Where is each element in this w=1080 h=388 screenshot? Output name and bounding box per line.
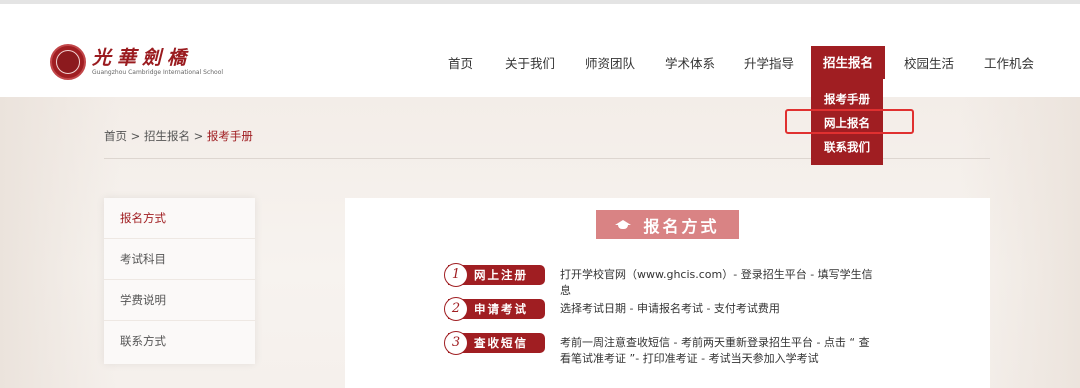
step-1-description: 打开学校官网（www.ghcis.com）- 登录招生平台 - 填写学生信息	[560, 268, 873, 297]
nav-item-about[interactable]: 关于我们	[505, 49, 555, 79]
sidebar-item-registration-method[interactable]: 报名方式	[104, 198, 255, 239]
step-1-number: 1	[444, 263, 468, 287]
logo-chinese-name: 光華劍橋	[92, 47, 193, 69]
panel-title: 报名方式	[643, 216, 720, 236]
nav-item-faculty[interactable]: 师资团队	[585, 49, 635, 79]
breadcrumb-current: 报考手册	[206, 129, 253, 143]
nav-item-home[interactable]: 首页	[448, 49, 473, 79]
step-3-number: 3	[444, 331, 468, 355]
nav-item-admissions[interactable]: 招生报名	[811, 46, 886, 79]
nav-item-college-guidance[interactable]: 升学指导	[744, 49, 794, 79]
step-3-description: 考前一周注意查收短信 - 考前两天重新登录招生平台 - 点击 “ 查看笔试准考证…	[560, 336, 870, 365]
dropdown-item-handbook[interactable]: 报考手册	[811, 91, 883, 107]
breadcrumb-home[interactable]: 首页	[104, 129, 127, 143]
step-2-number: 2	[444, 297, 468, 321]
breadcrumb: 首页 > 招生报名 > 报考手册	[104, 129, 253, 143]
online-registration-highlight	[785, 109, 914, 134]
graduation-cap-icon	[615, 219, 632, 231]
content-panel: 报名方式 网上注册 1 打开学校官网（www.ghcis.com）- 登录招生平…	[345, 198, 990, 388]
dropdown-item-contact-us[interactable]: 联系我们	[811, 139, 883, 155]
school-seal-icon	[50, 44, 86, 80]
nav-item-careers[interactable]: 工作机会	[984, 49, 1034, 79]
step-2-description: 选择考试日期 - 申请报名考试 - 支付考试费用	[560, 302, 780, 315]
sidebar-item-exam-subjects[interactable]: 考试科目	[104, 239, 255, 280]
sidebar-item-contact[interactable]: 联系方式	[104, 321, 255, 362]
nav-item-campus-life[interactable]: 校园生活	[904, 49, 954, 79]
panel-title-banner: 报名方式	[596, 210, 739, 239]
nav-item-academics[interactable]: 学术体系	[665, 49, 715, 79]
section-sidebar: 报名方式 考试科目 学费说明 联系方式	[104, 198, 255, 364]
sidebar-item-tuition[interactable]: 学费说明	[104, 280, 255, 321]
school-logo[interactable]: 光華劍橋 Guangzhou Cambridge International S…	[50, 44, 223, 80]
breadcrumb-admissions[interactable]: 招生报名	[144, 129, 190, 143]
logo-english-name: Guangzhou Cambridge International School	[92, 69, 224, 76]
